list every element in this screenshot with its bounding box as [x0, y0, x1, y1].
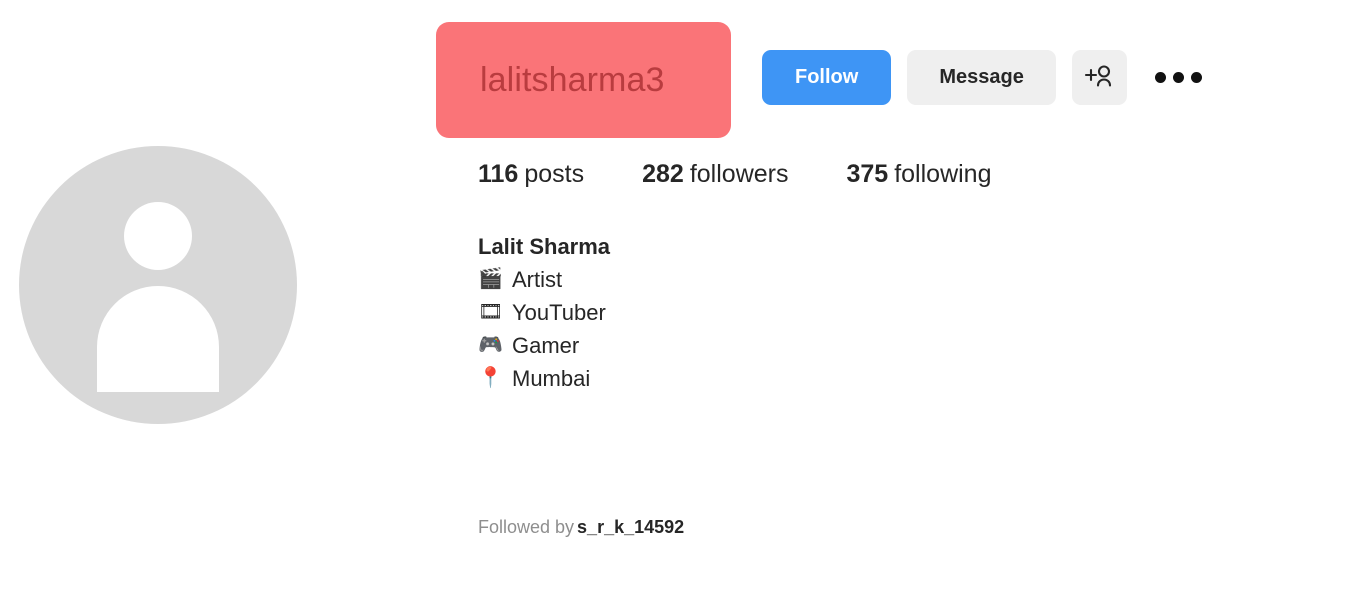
stat-posts: 116 posts — [478, 160, 584, 189]
ellipsis-icon-dot-1 — [1155, 72, 1167, 83]
following-count: 375 — [846, 160, 889, 188]
instagram-profile-header: lalitsharma3 Follow Message 116 posts 28… — [0, 0, 1366, 599]
profile-username: lalitsharma3 — [480, 60, 665, 99]
followers-count: 282 — [642, 160, 684, 188]
stat-followers[interactable]: 282 followers — [642, 160, 788, 189]
followed-by-row: Followed by s_r_k_14592 — [478, 517, 684, 538]
bio-line-gamer-text: Gamer — [512, 333, 580, 358]
bio-line-youtuber: 🎞 YouTuber — [478, 296, 610, 329]
avatar-person-body-icon — [97, 286, 219, 392]
message-button[interactable]: Message — [907, 50, 1056, 105]
username-highlight-box: lalitsharma3 — [436, 22, 731, 138]
bio-line-location: 📍 Mumbai — [478, 362, 610, 395]
bio-line-artist: 🎬 Artist — [478, 263, 610, 296]
add-person-button[interactable] — [1071, 50, 1127, 105]
person-add-icon — [1084, 63, 1114, 92]
ellipsis-icon-dot-3 — [1191, 72, 1203, 83]
following-label: following — [894, 160, 992, 188]
profile-action-row: Follow Message — [762, 50, 1207, 105]
bio-line-location-text: Mumbai — [512, 366, 591, 391]
stat-following[interactable]: 375 following — [846, 160, 991, 189]
profile-avatar[interactable] — [19, 146, 297, 424]
posts-count: 116 — [478, 160, 519, 188]
film-frames-icon: 🎞 — [478, 301, 504, 323]
round-pushpin-icon: 📍 — [478, 367, 503, 389]
followers-label: followers — [689, 160, 789, 188]
video-game-controller-icon: 🎮 — [478, 334, 503, 356]
mutual-follower-name[interactable]: s_r_k_14592 — [577, 517, 684, 537]
bio-line-artist-text: Artist — [512, 267, 563, 292]
profile-full-name: Lalit Sharma — [478, 234, 611, 259]
bio-line-gamer: 🎮 Gamer — [478, 329, 610, 362]
clapper-board-icon: 🎬 — [478, 268, 503, 290]
follow-button[interactable]: Follow — [762, 50, 892, 105]
profile-bio: Lalit Sharma 🎬 Artist 🎞 YouTuber 🎮 Gamer… — [478, 230, 610, 395]
avatar-person-head-icon — [124, 202, 192, 270]
avatar-column — [19, 146, 297, 424]
username-row: lalitsharma3 — [436, 22, 731, 138]
profile-stats-row: 116 posts 282 followers 375 following — [478, 160, 991, 189]
followed-by-prefix: Followed by — [478, 517, 575, 537]
ellipsis-icon-dot-2 — [1173, 72, 1185, 83]
posts-label: posts — [524, 160, 585, 188]
bio-line-youtuber-text: YouTuber — [512, 300, 606, 325]
more-options-button[interactable] — [1151, 50, 1207, 105]
